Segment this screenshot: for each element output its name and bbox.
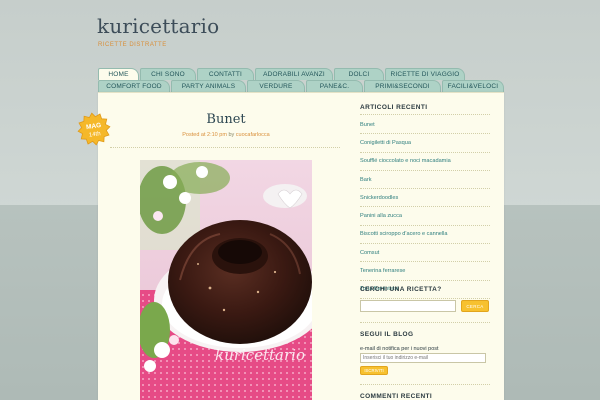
recent-post-link[interactable]: Bark [360, 171, 490, 190]
post-by: by [228, 132, 235, 138]
recent-post-link[interactable]: Tenerina ferrarese [360, 262, 490, 281]
bundt-cake-image: kuricettario [140, 160, 312, 400]
post-title[interactable]: Bunet [140, 112, 312, 127]
recent-post-link[interactable]: Panini alla zucca [360, 207, 490, 226]
tab-comfort-food[interactable]: COMFORT FOOD [98, 80, 170, 92]
post-time: Posted at 2:10 pm [182, 132, 227, 138]
search-title: CERCHI UNA RICETTA? [360, 286, 442, 293]
recent-post-link[interactable]: Biscotti sciroppo d'acero e cannella [360, 226, 490, 245]
post-author-link[interactable]: cuocafarlocca [236, 132, 270, 138]
recent-post-link[interactable]: Conigiletti di Pasqua [360, 134, 490, 153]
nav-row-2: COMFORT FOOD PARTY ANIMALS VERDURE PANE&… [98, 80, 504, 92]
site-title[interactable]: kuricettario [97, 14, 219, 38]
follow-title: SEGUI IL BLOG [360, 331, 414, 338]
recent-post-link[interactable]: Bunet [360, 116, 490, 135]
follow-button[interactable]: ISCRIVITI [360, 366, 388, 375]
follow-description: e-mail di notifica per i nuovi post [360, 346, 439, 352]
tab-party-animals[interactable]: PARTY ANIMALS [171, 80, 246, 92]
recent-posts-list: Bunet Conigiletti di Pasqua Soufflé cioc… [360, 116, 490, 299]
tab-primi-secondi[interactable]: PRIMI&SECONDI [364, 80, 441, 92]
tab-adorabili-avanzi[interactable]: ADORABILI AVANZI [255, 68, 333, 80]
tab-pane-c[interactable]: PANE&C. [306, 80, 363, 92]
tab-facili-veloci[interactable]: FACILI&VELOCI [442, 80, 504, 92]
post-divider [110, 147, 340, 148]
widget-divider [360, 384, 490, 385]
recent-post-link[interactable]: Snickerdoodles [360, 189, 490, 208]
tab-ricette-di-viaggio[interactable]: RICETTE DI VIAGGIO [385, 68, 465, 80]
email-field[interactable] [360, 353, 486, 363]
search-button[interactable]: CERCA [461, 300, 489, 312]
recent-posts-title: ARTICOLI RECENTI [360, 104, 428, 111]
tab-verdure[interactable]: VERDURE [247, 80, 305, 92]
search-input[interactable] [360, 300, 456, 312]
widget-divider [360, 322, 490, 323]
tab-dolci[interactable]: DOLCI [334, 68, 384, 80]
date-badge-icon: MAG 14th [77, 112, 111, 146]
nav-row-1: HOME CHI SONO CONTATTI ADORABILI AVANZI … [98, 68, 465, 80]
post-photo[interactable]: kuricettario [140, 160, 312, 400]
tab-contatti[interactable]: CONTATTI [197, 68, 254, 80]
site-description: RICETTE DISTRATTE [98, 42, 167, 48]
date-badge: MAG 14th [75, 110, 113, 148]
post-meta: Posted at 2:10 pm by cuocafarlocca [140, 132, 312, 138]
tab-chi-sono[interactable]: CHI SONO [140, 68, 196, 80]
tab-home[interactable]: HOME [98, 68, 139, 80]
widget-divider [360, 114, 490, 115]
recent-comments-title: COMMENTI RECENTI [360, 393, 433, 400]
photo-watermark: kuricettario [215, 346, 305, 364]
recent-post-link[interactable]: Soufflé cioccolato e noci macadamia [360, 153, 490, 171]
recent-post-link[interactable]: Comsut [360, 244, 490, 263]
